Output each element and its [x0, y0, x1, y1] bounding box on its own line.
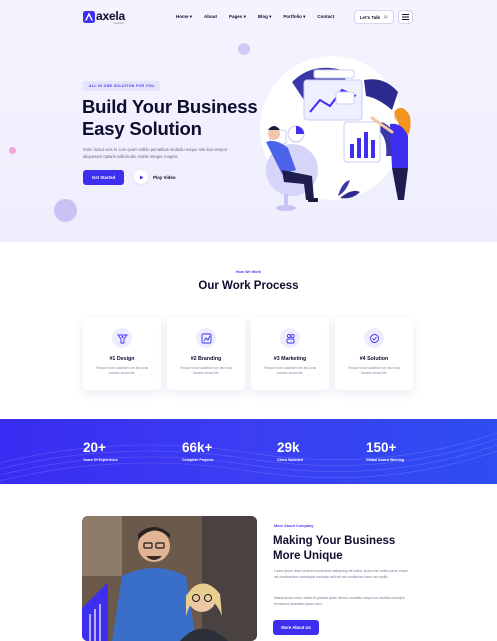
nav-item-about[interactable]: About: [204, 14, 217, 20]
wave-pattern: [0, 432, 497, 482]
process-card-solution[interactable]: #4 Solution Tempor lorus sodaleset con a…: [335, 318, 413, 390]
play-video-label: Play Video: [153, 174, 176, 180]
process-card-marketing[interactable]: #3 Marketing Tempor lorus sodaleset con …: [251, 318, 329, 390]
stat-value: 150+: [366, 440, 397, 455]
stat-clients: 29k Client Satisfied: [277, 440, 303, 463]
play-video-button[interactable]: Play Video: [134, 170, 176, 184]
card-description: Tempor lorus sodaleset con alsi ocus tur…: [95, 366, 149, 375]
branding-icon: [196, 328, 216, 348]
decor-dot: [9, 147, 16, 154]
chevron-down-icon: ▾: [243, 14, 246, 19]
logo-icon[interactable]: [83, 11, 95, 23]
about-paragraph: Lorem ipsum dolor sit amet consectetur a…: [274, 569, 408, 579]
hero-illustration: [260, 56, 411, 211]
stat-years: 20+ Years Of Experience: [83, 440, 118, 463]
nav-item-contact[interactable]: Contact: [317, 14, 334, 20]
nav-item-home[interactable]: Home ▾: [176, 14, 192, 20]
card-description: Tempor lorus sodaleset con alsi ocus tur…: [347, 366, 401, 375]
more-about-button[interactable]: More About Us: [273, 620, 319, 635]
hero-title: Build Your Business Easy Solution: [82, 96, 258, 139]
marketing-icon: [280, 328, 300, 348]
top-navbar: axela business Home ▾ About Pages ▾ Blog…: [0, 0, 497, 34]
brand-tagline: business: [114, 22, 124, 25]
card-title: #2 Branding: [190, 356, 222, 362]
nav-item-pages[interactable]: Pages ▾: [229, 14, 246, 20]
chevron-down-icon: ▾: [269, 14, 272, 19]
process-title: Our Work Process: [198, 280, 299, 292]
stat-awards: 150+ Global Award Winning: [366, 440, 405, 463]
decor-circle: [54, 199, 77, 222]
stat-label: Client Satisfied: [277, 458, 303, 462]
hero-tag: ALL IN ONE SOLUTION FOR YOU: [83, 81, 161, 91]
stat-value: 29k: [277, 440, 300, 455]
team-photo: [82, 516, 257, 641]
hero-section: axela business Home ▾ About Pages ▾ Blog…: [0, 0, 497, 242]
nav-item-portfolio[interactable]: Portfolio ▾: [283, 14, 305, 20]
process-card-design[interactable]: #1 Design Tempor lorus sodaleset con als…: [83, 318, 161, 390]
lets-talk-label: Let's Talk: [359, 14, 381, 20]
card-title: #4 Solution: [359, 356, 389, 362]
card-description: Tempor lorus sodaleset con alsi ocus tur…: [179, 366, 233, 375]
design-icon: [112, 328, 132, 348]
chat-icon: ☺: [383, 14, 389, 20]
hero-description: Enim luctus eos in cum quam sollitu pena…: [83, 147, 228, 159]
lets-talk-button[interactable]: Let's Talk ☺: [354, 10, 394, 24]
card-description: Tempor lorus sodaleset con alsi ocus tur…: [263, 366, 317, 375]
stat-label: Complete Projects: [182, 458, 214, 462]
stat-value: 66k+: [182, 440, 213, 455]
brand-name[interactable]: axela: [96, 9, 125, 23]
play-icon: [134, 170, 148, 184]
stat-label: Years Of Experience: [83, 458, 118, 462]
chevron-down-icon: ▾: [303, 14, 306, 19]
card-title: #3 Marketing: [273, 356, 307, 362]
about-eyebrow: More About Company: [274, 524, 314, 528]
nav-item-blog[interactable]: Blog ▾: [258, 14, 272, 20]
process-eyebrow: How We Work: [235, 270, 262, 274]
chevron-down-icon: ▾: [189, 14, 193, 19]
get-started-button[interactable]: Get Started: [83, 170, 124, 185]
about-paragraph: Massa ipsum tortor, mattis et gravida qu…: [274, 596, 405, 606]
hamburger-icon: [402, 14, 409, 20]
stat-label: Global Award Winning: [366, 458, 405, 462]
solution-icon: [364, 328, 384, 348]
stat-projects: 66k+ Complete Projects: [182, 440, 214, 463]
stats-band: 20+ Years Of Experience 66k+ Complete Pr…: [0, 419, 497, 484]
about-title: Making Your Business More Unique: [273, 535, 396, 562]
process-card-branding[interactable]: #2 Branding Tempor lorus sodaleset con a…: [167, 318, 245, 390]
decor-dot: [238, 43, 250, 55]
menu-toggle-button[interactable]: [398, 10, 413, 24]
stat-value: 20+: [83, 440, 106, 455]
card-title: #1 Design: [109, 356, 135, 362]
main-menu: Home ▾ About Pages ▾ Blog ▾ Portfolio ▾ …: [176, 14, 334, 20]
